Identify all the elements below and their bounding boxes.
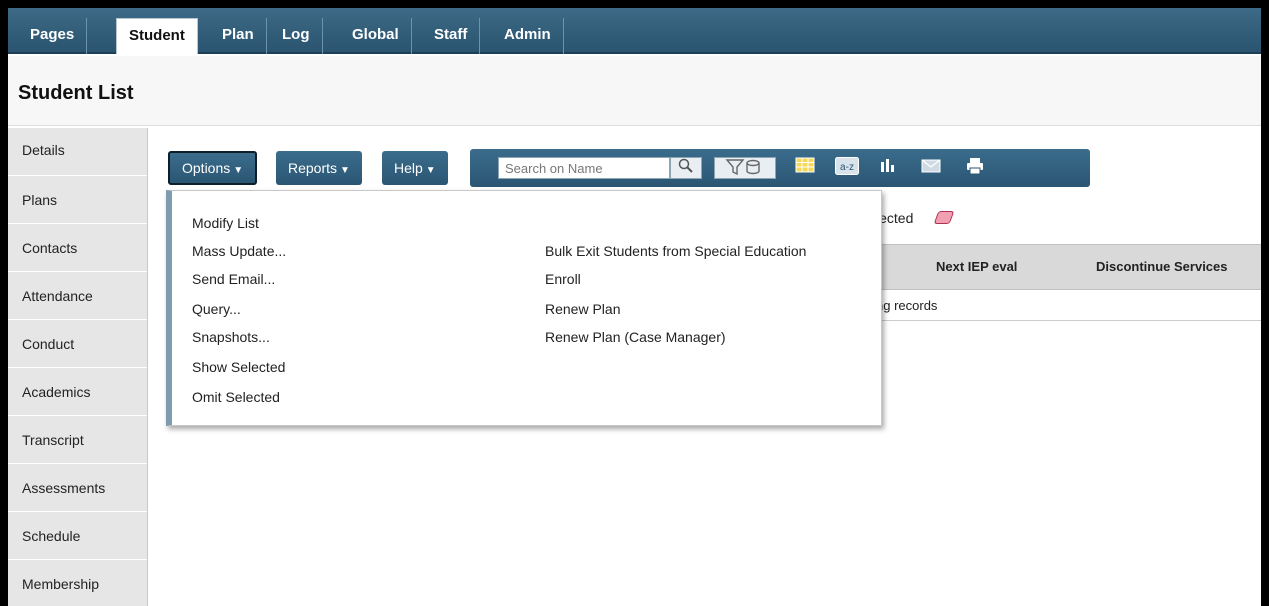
menu-item-mass-update[interactable]: Mass Update... [192,243,286,259]
menu-item-renew-plan-case-manager[interactable]: Renew Plan (Case Manager) [545,329,726,345]
options-button[interactable]: Options ▼ [168,151,258,185]
column-header-next-iep-eval[interactable]: Next IEP eval [936,259,1017,274]
tab-plan[interactable]: Plan [210,18,267,54]
sidebar-item-attendance[interactable]: Attendance [8,272,147,320]
search-toolbar: a-z [470,149,1090,187]
svg-text:a-z: a-z [840,162,854,173]
table-status: ng records [876,298,938,313]
menu-item-send-email[interactable]: Send Email... [192,271,275,287]
grid-icon[interactable] [790,157,820,179]
tab-student[interactable]: Student [116,18,198,54]
sidebar-item-assessments[interactable]: Assessments [8,464,147,512]
options-label: Options [182,160,231,176]
sidebar-item-contacts[interactable]: Contacts [8,224,147,272]
chevron-down-icon: ▼ [340,165,350,176]
tab-log[interactable]: Log [270,18,323,54]
sidebar-item-plans[interactable]: Plans [8,176,147,224]
sidebar: Details Plans Contacts Attendance Conduc… [8,128,148,606]
sidebar-item-details[interactable]: Details [8,128,147,176]
menu-item-snapshots[interactable]: Snapshots... [192,329,270,345]
search-icon[interactable] [670,157,702,179]
tab-staff[interactable]: Staff [422,18,481,54]
top-navigation: Pages Student Plan Log Global Staff Admi… [8,8,1261,54]
sidebar-item-schedule[interactable]: Schedule [8,512,147,560]
sidebar-item-academics[interactable]: Academics [8,368,147,416]
email-icon[interactable] [916,157,946,179]
reports-label: Reports [288,160,338,176]
menu-item-bulk-exit[interactable]: Bulk Exit Students from Special Educatio… [545,243,806,259]
help-button[interactable]: Help ▼ [382,151,448,185]
tab-global[interactable]: Global [340,18,412,54]
search-input[interactable] [498,157,670,179]
help-label: Help [394,160,423,176]
title-bar: Student List [8,56,1261,126]
menu-item-omit-selected[interactable]: Omit Selected [192,389,280,405]
sidebar-item-conduct[interactable]: Conduct [8,320,147,368]
sidebar-item-transcript[interactable]: Transcript [8,416,147,464]
app-window: Pages Student Plan Log Global Staff Admi… [8,8,1261,606]
chevron-down-icon: ▼ [425,165,436,176]
menu-item-modify-list[interactable]: Modify List [192,215,259,231]
tab-pages[interactable]: Pages [18,18,88,54]
sort-az-icon[interactable]: a-z [832,157,862,179]
eraser-icon[interactable] [933,211,955,224]
menu-item-show-selected[interactable]: Show Selected [192,359,285,375]
menu-item-enroll[interactable]: Enroll [545,271,581,287]
page-title: Student List [18,82,134,104]
filter-icon[interactable] [714,157,776,179]
menu-item-query[interactable]: Query... [192,301,241,317]
table-header: Next IEP eval Discontinue Services [876,244,1261,290]
sidebar-item-membership[interactable]: Membership [8,560,147,606]
chevron-down-icon: ▼ [233,165,244,176]
chart-icon[interactable] [872,157,902,179]
print-icon[interactable] [960,157,990,179]
menu-item-renew-plan[interactable]: Renew Plan [545,301,621,317]
row-divider [876,320,1261,321]
tab-admin[interactable]: Admin [492,18,564,54]
reports-button[interactable]: Reports ▼ [276,151,362,185]
options-dropdown-menu: Modify List Mass Update... Send Email...… [166,190,882,426]
column-header-discontinue-services[interactable]: Discontinue Services [1096,259,1228,274]
